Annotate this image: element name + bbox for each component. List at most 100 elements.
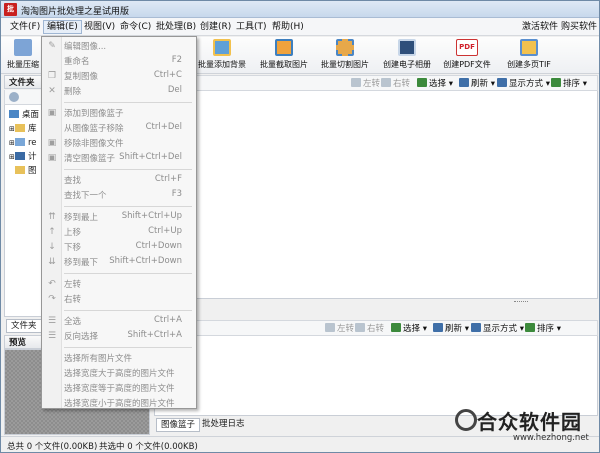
menu-item-label: 清空图像篮子 bbox=[64, 154, 116, 164]
rotate-right-icon bbox=[381, 78, 391, 87]
tab-batch-log[interactable]: 批处理日志 bbox=[198, 418, 249, 432]
menu-command[interactable]: 命令(C) bbox=[117, 20, 154, 34]
edit-menu-item[interactable]: ↓ 下移 Ctrl+Down bbox=[42, 240, 196, 254]
menu-batch[interactable]: 批处理(B) bbox=[153, 20, 199, 34]
menu-item-icon bbox=[47, 353, 57, 363]
edit-menu-item[interactable]: 选择宽度大于高度的图片文件 bbox=[42, 366, 196, 380]
tree-item-desktop[interactable]: 桌面 bbox=[9, 109, 39, 121]
menu-edit[interactable]: 编辑(E) bbox=[43, 20, 82, 34]
create-pdf-button[interactable]: PDF 创建PDF文件 bbox=[441, 39, 493, 72]
add-background-button[interactable]: 批量添加背景 bbox=[197, 39, 247, 72]
menu-item-label: 选择宽度等于高度的图片文件 bbox=[64, 384, 175, 394]
menu-item-shortcut: Ctrl+C bbox=[153, 70, 182, 80]
edit-menu-item[interactable]: ↷ 右转 bbox=[42, 292, 196, 306]
edit-menu-item[interactable]: ✎ 编辑图像... bbox=[42, 39, 196, 53]
title-bar: 批 淘淘图片批处理之星试用版 bbox=[1, 1, 599, 18]
computer-icon bbox=[15, 152, 25, 160]
menu-item-label: 从图像篮子移除 bbox=[64, 124, 124, 134]
basket-select-button[interactable]: 选择 ▾ bbox=[391, 323, 427, 335]
menu-item-label: 移到最上 bbox=[64, 213, 99, 223]
edit-menu-item[interactable]: 重命名 F2 bbox=[42, 54, 196, 68]
menu-view[interactable]: 视图(V) bbox=[81, 20, 118, 34]
menu-item-label: 添加到图像篮子 bbox=[64, 109, 124, 119]
menu-item-label: 删除 bbox=[64, 87, 82, 97]
basket-rotate-right-button[interactable]: 右转 bbox=[355, 323, 384, 335]
app-window: 批 淘淘图片批处理之星试用版 文件(F) 编辑(E) 视图(V) 命令(C) 批… bbox=[0, 0, 600, 453]
display-mode-button[interactable]: 显示方式 ▾ bbox=[497, 78, 550, 90]
edit-menu-item[interactable]: 选择所有图片文件 bbox=[42, 351, 196, 365]
edit-menu-item[interactable]: 从图像篮子移除 Ctrl+Del bbox=[42, 121, 196, 135]
edit-menu-item[interactable]: 查找下一个 F3 bbox=[42, 188, 196, 202]
menu-item-label: 上移 bbox=[64, 228, 82, 238]
tab-image-basket[interactable]: 图像篮子 bbox=[156, 418, 201, 432]
menu-item-shortcut: Shift+Ctrl+Up bbox=[121, 211, 182, 221]
menu-item-icon bbox=[47, 123, 57, 133]
cut-image-button[interactable]: 批量切割图片 bbox=[319, 39, 371, 72]
edit-menu-item[interactable]: 查找 Ctrl+F bbox=[42, 173, 196, 187]
tab-folders[interactable]: 文件夹 bbox=[6, 319, 42, 333]
basket-refresh-button[interactable]: 刷新 ▾ bbox=[433, 323, 469, 335]
crop-icon bbox=[275, 39, 293, 56]
sort-button[interactable]: 排序 ▾ bbox=[551, 78, 587, 90]
menu-item-label: 全选 bbox=[64, 317, 82, 327]
edit-menu-item[interactable]: 选择宽度等于高度的图片文件 bbox=[42, 381, 196, 395]
edit-menu-item[interactable]: ▣ 移除非图像文件 bbox=[42, 136, 196, 150]
menu-item-label: 右转 bbox=[64, 295, 82, 305]
menu-item-icon bbox=[47, 175, 57, 185]
edit-menu-item[interactable]: ↶ 左转 bbox=[42, 277, 196, 291]
menu-buy[interactable]: 购买软件 bbox=[558, 20, 600, 34]
folder-icon bbox=[15, 166, 25, 174]
edit-menu-item[interactable]: ⇈ 移到最上 Shift+Ctrl+Up bbox=[42, 210, 196, 224]
edit-menu-item[interactable]: ✕ 删除 Del bbox=[42, 84, 196, 98]
basket-sort-button[interactable]: 排序 ▾ bbox=[525, 323, 561, 335]
menu-item-label: 反向选择 bbox=[64, 332, 99, 342]
edit-menu-item[interactable]: ▣ 添加到图像篮子 bbox=[42, 106, 196, 120]
create-tif-button[interactable]: 创建多页TIF bbox=[503, 39, 555, 72]
menu-separator bbox=[64, 310, 192, 311]
edit-menu-item[interactable]: 选择宽度小于高度的图片文件 bbox=[42, 396, 196, 410]
menu-activate[interactable]: 激活软件 bbox=[519, 20, 561, 34]
tree-item-pictures[interactable]: 图 bbox=[9, 165, 37, 177]
status-selected: 共选中 0 个文件(0.00KB) bbox=[99, 442, 198, 452]
menu-item-shortcut: Shift+Ctrl+A bbox=[127, 330, 182, 340]
basket-rotate-left-button[interactable]: 左转 bbox=[325, 323, 354, 335]
file-list[interactable] bbox=[154, 91, 598, 299]
menu-separator bbox=[64, 347, 192, 348]
menu-item-label: 移除非图像文件 bbox=[64, 139, 124, 149]
edit-menu-item[interactable]: ▣ 清空图像篮子 Shift+Ctrl+Del bbox=[42, 151, 196, 165]
edit-menu-item[interactable]: ☰ 反向选择 Shift+Ctrl+A bbox=[42, 329, 196, 343]
refresh-button[interactable]: 刷新 ▾ bbox=[459, 78, 495, 90]
splitter-handle[interactable] bbox=[514, 301, 528, 304]
crop-image-button[interactable]: 批量截取图片 bbox=[257, 39, 311, 72]
library-icon bbox=[15, 124, 25, 132]
display-icon bbox=[497, 78, 507, 87]
menu-item-icon: ↷ bbox=[48, 294, 56, 304]
menu-item-icon bbox=[47, 368, 57, 378]
rotate-right-button[interactable]: 右转 bbox=[381, 78, 410, 90]
edit-menu-dropdown: ✎ 编辑图像... 重命名 F2 ❐ 复制图像 Ctrl+C ✕ 删除 Del ▣ 添加到图像篮子 从图… bbox=[41, 36, 197, 409]
tree-item-library[interactable]: ⊞ 库 bbox=[9, 123, 37, 135]
edit-menu-item[interactable]: ❐ 复制图像 Ctrl+C bbox=[42, 69, 196, 83]
tif-icon bbox=[520, 39, 538, 56]
tree-item-computer[interactable]: ⊞ 计 bbox=[9, 151, 37, 163]
rotate-left-icon bbox=[351, 78, 361, 87]
batch-compress-button[interactable]: 批量压缩 bbox=[3, 39, 43, 72]
tree-item-re[interactable]: ⊞ re bbox=[9, 137, 37, 149]
menu-item-label: 重命名 bbox=[64, 57, 90, 67]
select-menu-button[interactable]: 选择 ▾ bbox=[417, 78, 453, 90]
menu-file[interactable]: 文件(F) bbox=[7, 20, 43, 34]
basket-display-button[interactable]: 显示方式 ▾ bbox=[471, 323, 524, 335]
menu-item-label: 选择宽度大于高度的图片文件 bbox=[64, 369, 175, 379]
menu-create[interactable]: 创建(R) bbox=[197, 20, 234, 34]
rotate-left-button[interactable]: 左转 bbox=[351, 78, 380, 90]
create-album-button[interactable]: 创建电子相册 bbox=[379, 39, 435, 72]
menu-help[interactable]: 帮助(H) bbox=[269, 20, 307, 34]
menu-item-icon: ❐ bbox=[47, 71, 57, 81]
edit-menu-item[interactable]: ☰ 全选 Ctrl+A bbox=[42, 314, 196, 328]
menu-item-shortcut: Shift+Ctrl+Down bbox=[109, 256, 182, 266]
menu-tools[interactable]: 工具(T) bbox=[233, 20, 270, 34]
edit-menu-item[interactable]: ⇊ 移到最下 Shift+Ctrl+Down bbox=[42, 255, 196, 269]
menu-separator bbox=[64, 206, 192, 207]
back-icon[interactable] bbox=[9, 92, 19, 102]
edit-menu-item[interactable]: ↑ 上移 Ctrl+Up bbox=[42, 225, 196, 239]
